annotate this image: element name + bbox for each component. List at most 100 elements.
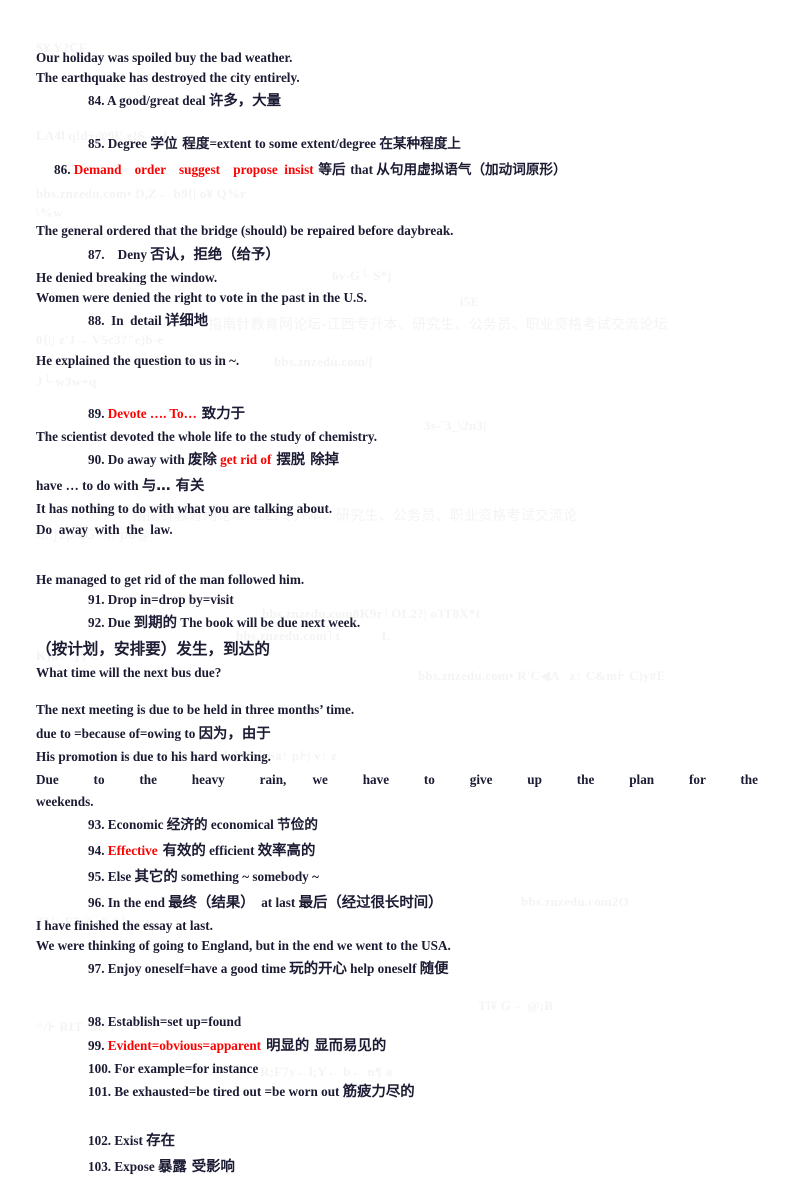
example-text: The earthquake has destroyed the city en… <box>36 70 300 86</box>
vocab-entry-97: 97. Enjoy oneself=have a good time 玩的开心 … <box>36 956 758 982</box>
entry-translation: 在某种程度上 <box>379 136 461 153</box>
entry-term: 101. Be exhausted=be tired out =be worn … <box>88 1083 343 1099</box>
entry-term-highlighted: Effective <box>107 843 158 859</box>
entry-contrast-term: efficient <box>205 843 258 859</box>
entry-term-highlighted: Devote …. To… <box>107 406 197 422</box>
example-text: Our holiday was spoiled buy the bad weat… <box>36 50 293 65</box>
entry-translation: 许多，大量 <box>209 93 281 110</box>
phrase-translation: 与… 有关 <box>141 478 205 495</box>
due-meaning-line: （按计划，安排要）发生，到达的 <box>36 636 758 663</box>
entry-keyword: that <box>350 162 377 178</box>
entry-translation: 有效的 <box>157 843 206 860</box>
entry-translation-2: 最后（经过很长时间） <box>298 895 443 912</box>
entry-term: 97. Enjoy oneself=have a good time <box>88 961 290 977</box>
example-text: We were thinking of going to England, bu… <box>36 938 451 954</box>
vocab-entry-89: 89. Devote …. To… 致力于 <box>36 401 758 427</box>
entry-translation-2: 节俭的 <box>277 817 318 834</box>
entry-translation: 最终（结果） <box>168 895 255 912</box>
entry-term: 92. Due <box>88 615 134 631</box>
vocab-entry-92: 92. Due 到期的 The book will be due next we… <box>36 610 758 636</box>
vocab-entry-102: 102. Exist 存在 <box>36 1128 758 1154</box>
entry-translation: 从句用虚拟语气（加动词原形） <box>376 162 567 179</box>
vocab-entry-94: 94. Effective 有效的 efficient 效率高的 <box>36 838 758 864</box>
entry-number: 89. <box>88 406 108 422</box>
vocab-entry-84: 84. A good/great deal 许多，大量 <box>36 88 758 114</box>
entry-term: 88. In detail <box>88 313 165 329</box>
entry-term-highlighted: Demand order suggest propose insist <box>73 162 314 178</box>
example-sentence: His promotion is due to his hard working… <box>36 747 758 767</box>
example-sentence: He explained the question to us in ~. <box>36 351 758 371</box>
example-text: I have finished the essay at last. <box>36 918 213 934</box>
example-sentence: Women were denied the right to vote in t… <box>36 288 758 308</box>
entry-translation: 否认，拒绝（给予） <box>150 246 280 263</box>
vocab-entry-96: 96. In the end 最终（结果） at last 最后（经过很长时间） <box>36 890 758 916</box>
vocab-entry-95: 95. Else 其它的 something ~ somebody ~ <box>36 864 758 890</box>
example-sentence: What time will the next bus due? <box>36 663 758 683</box>
vocab-entry-87: 87. Deny 否认，拒绝（给予） <box>36 242 758 268</box>
vocab-entry-90: 90. Do away with 废除 get rid of 摆脱 除掉 <box>36 447 758 473</box>
example-text: weekends. <box>36 793 94 809</box>
phrase-due-to: due to =because of=owing to 因为，由于 <box>36 721 758 747</box>
example-sentence: The general ordered that the bridge (sho… <box>36 221 758 241</box>
entry-term: 95. Else <box>88 869 135 885</box>
entry-example: The book will be due next week. <box>176 615 361 631</box>
due-translation: （按计划，安排要）发生，到达的 <box>36 640 270 659</box>
entry-contrast-term: economical <box>207 817 278 833</box>
entry-term: 87. Deny <box>88 246 151 262</box>
entry-term: 96. In the end <box>88 895 169 911</box>
entry-translation-2: 效率高的 <box>257 843 316 860</box>
example-sentence: I have finished the essay at last. <box>36 916 758 936</box>
entry-contrast-term: help oneself <box>346 961 420 977</box>
vocab-entry-93: 93. Economic 经济的 economical 节俭的 <box>36 812 758 838</box>
vocab-entry-98: 98. Establish=set up=found <box>36 1012 758 1032</box>
entry-contrast-term: at last <box>254 895 299 911</box>
vocab-entry-100: 100. For example=for instance <box>36 1059 758 1079</box>
entry-translation: 等后 <box>313 162 351 179</box>
example-sentence-justified: Due to the heavy rain, we have to give u… <box>36 767 758 792</box>
example-text: Do away with the law. <box>36 521 173 537</box>
example-sentence: The next meeting is due to be held in th… <box>36 700 758 720</box>
example-text: He explained the question to us in ~. <box>36 353 240 369</box>
entry-term: 102. Exist <box>88 1132 147 1148</box>
example-text: The general ordered that the bridge (sho… <box>36 223 454 239</box>
vocab-entry-101: 101. Be exhausted=be tired out =be worn … <box>36 1079 758 1105</box>
entry-text: 91. Drop in=drop by=visit <box>88 592 234 608</box>
example-text: He denied breaking the window. <box>36 269 218 285</box>
entry-translation: 玩的开心 <box>289 961 347 978</box>
example-sentence-continuation: weekends. <box>36 792 758 812</box>
example-sentence: He denied breaking the window. <box>36 268 758 288</box>
entry-term: 90. Do away with <box>88 452 189 468</box>
entry-definition: =extent to some extent/degree <box>209 136 380 152</box>
example-sentence: He managed to get rid of the man followe… <box>36 570 758 590</box>
entry-translation: 到期的 <box>133 615 177 632</box>
vocab-entry-86: 86. Demand order suggest propose insist … <box>36 157 758 183</box>
entry-usage: something ~ somebody ~ <box>177 869 319 885</box>
example-text: His promotion is due to his hard working… <box>36 748 271 764</box>
entry-term: 103. Expose <box>88 1158 158 1174</box>
entry-translation: 致力于 <box>196 406 245 423</box>
example-sentence: We were thinking of going to England, bu… <box>36 936 758 956</box>
example-sentence: Do away with the law. <box>36 520 758 540</box>
example-text: The next meeting is due to be held in th… <box>36 702 355 718</box>
entry-term: 93. Economic <box>88 817 167 833</box>
vocab-entry-103: 103. Expose 暴露 受影响 <box>36 1154 758 1180</box>
document-body: Our holiday was spoiled buy the bad weat… <box>36 40 758 1180</box>
entry-translation: 暴露 受影响 <box>157 1158 235 1175</box>
vocab-entry-91: 91. Drop in=drop by=visit <box>36 590 758 610</box>
example-text: Women were denied the right to vote in t… <box>36 289 367 305</box>
entry-translation: 其它的 <box>134 869 178 886</box>
entry-term-highlighted: Evident=obvious=apparent <box>107 1037 262 1053</box>
entry-translation: 明显的 显而易见的 <box>261 1037 387 1054</box>
entry-translation-2: 摆脱 除掉 <box>276 452 339 469</box>
phrase-translation: 因为，由于 <box>198 725 271 742</box>
vocab-entry-99: 99. Evident=obvious=apparent 明显的 显而易见的 <box>36 1033 758 1059</box>
entry-translation: 经济的 <box>166 817 208 834</box>
example-text: The scientist devoted the whole life to … <box>36 429 378 445</box>
